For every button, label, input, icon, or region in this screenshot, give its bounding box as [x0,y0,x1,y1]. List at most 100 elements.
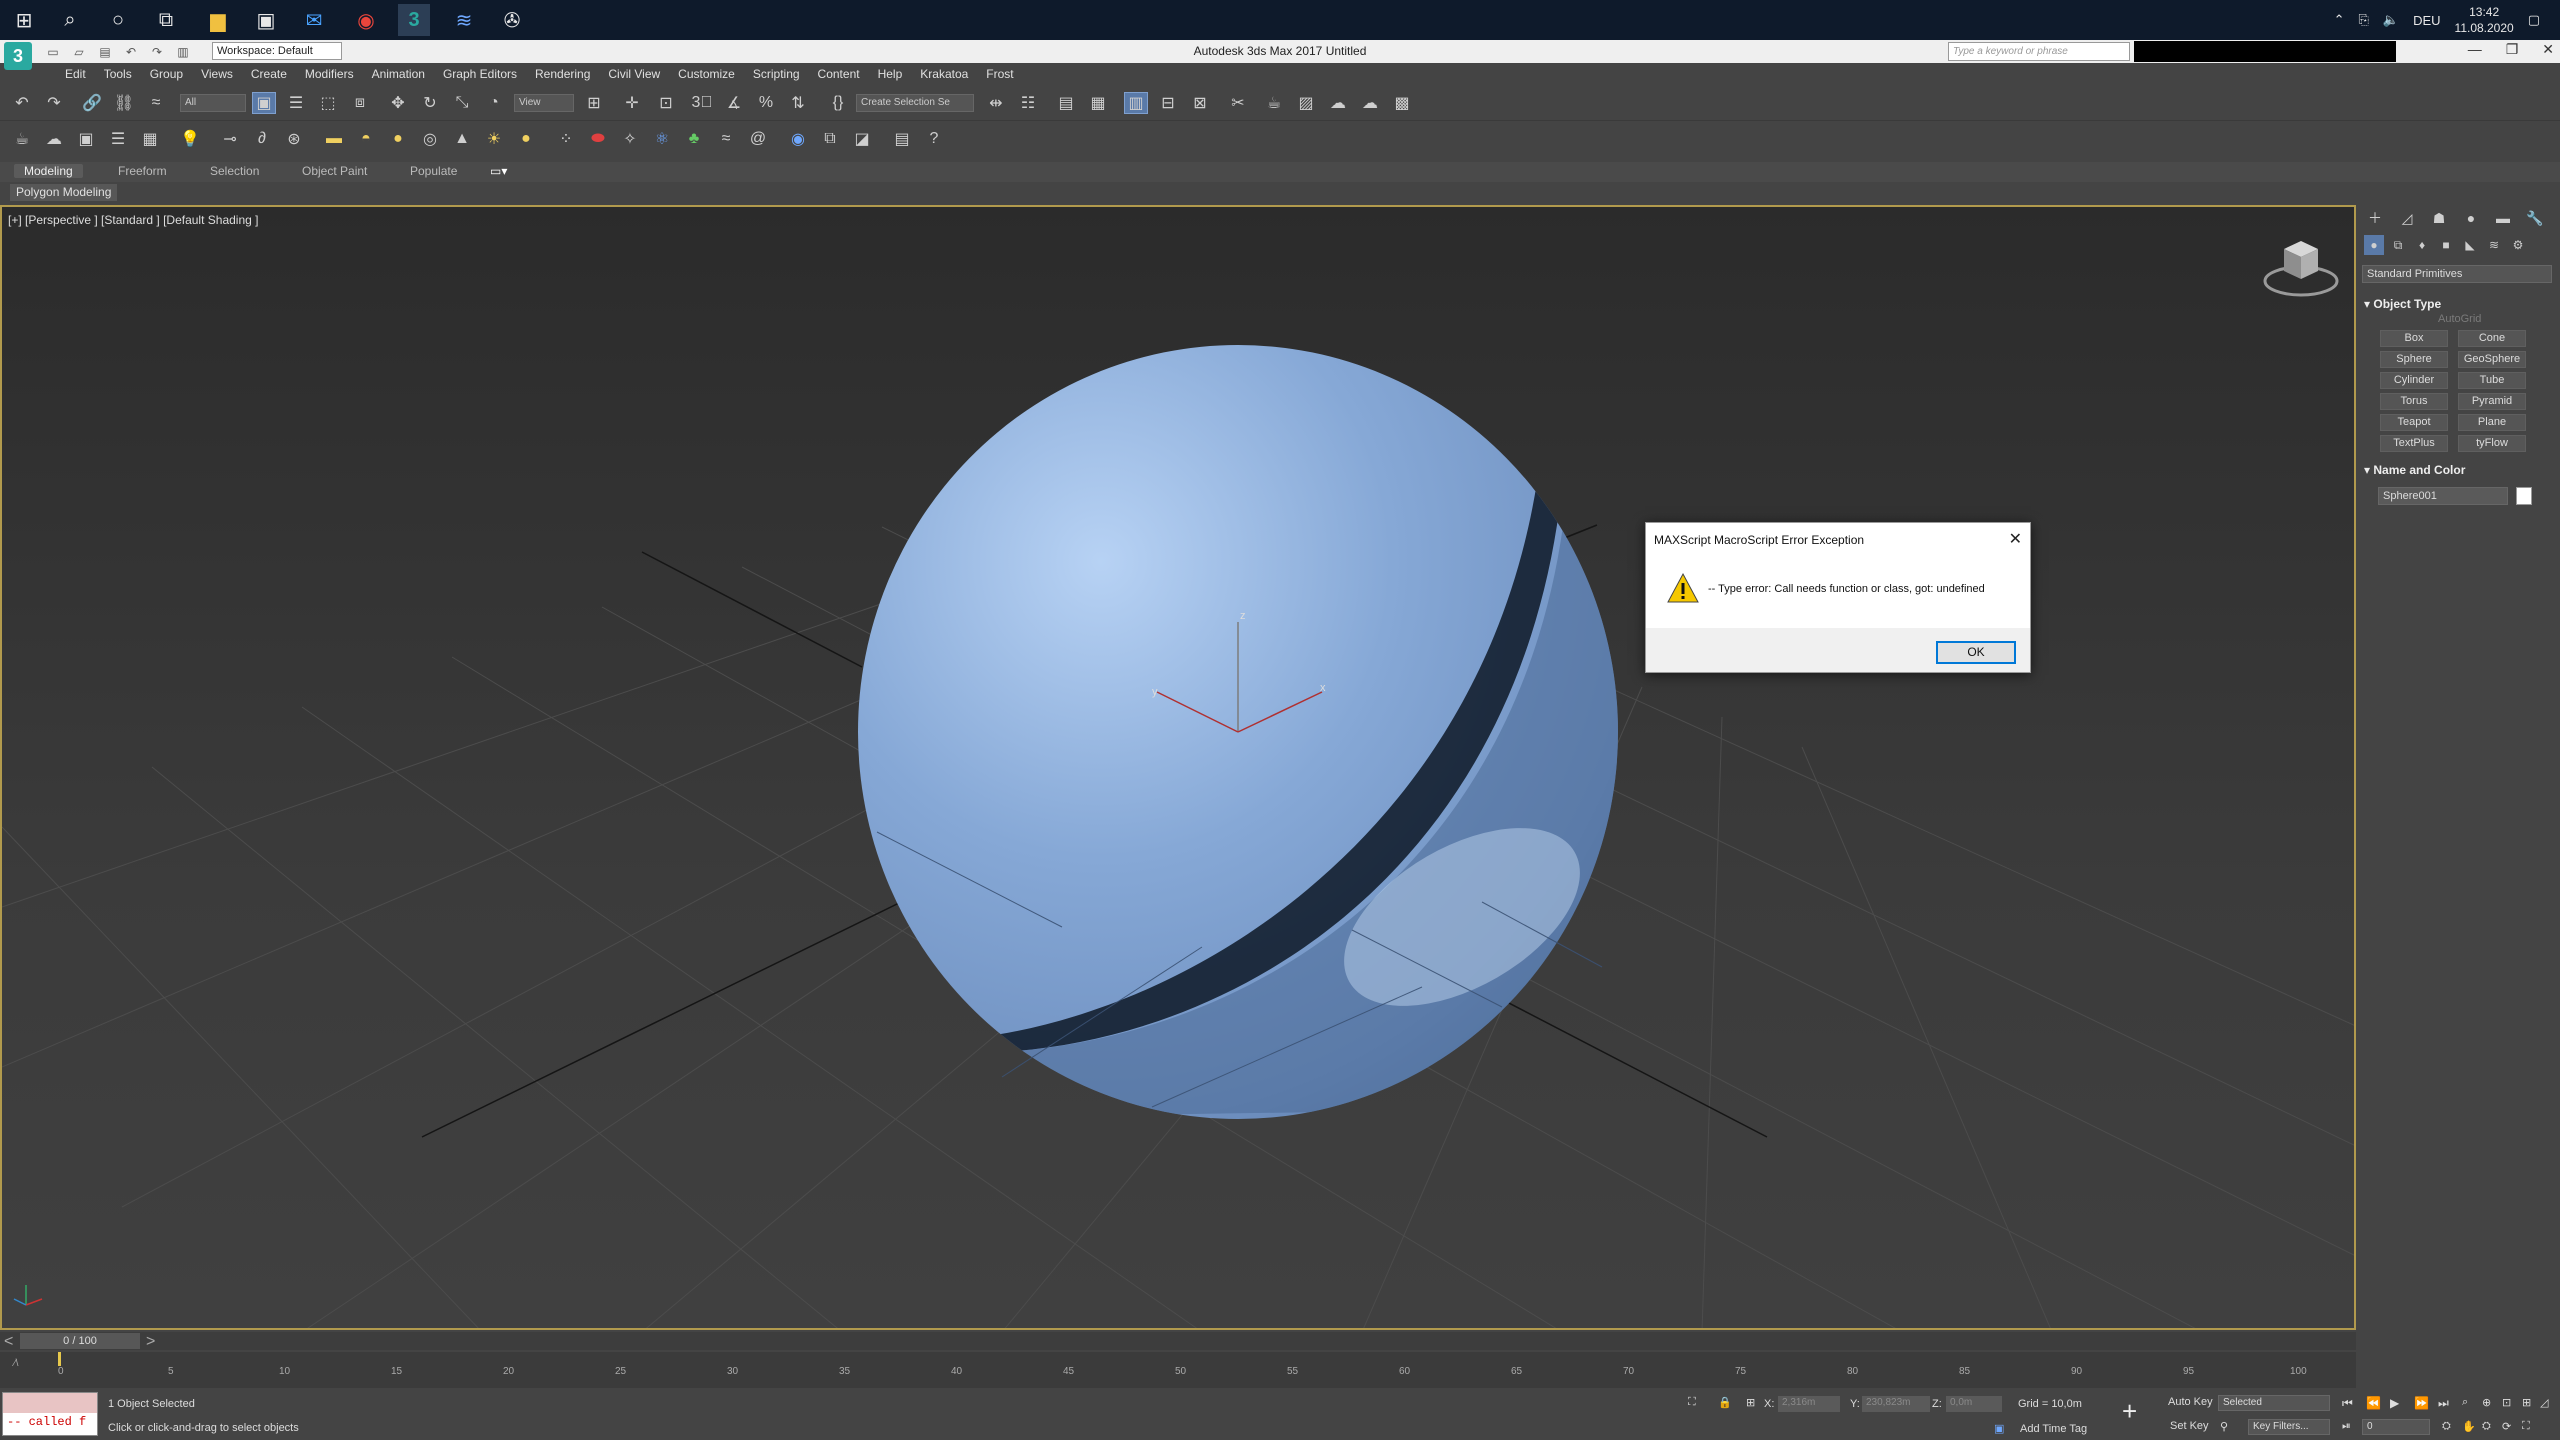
scene-states-icon[interactable]: ⧉ [818,128,842,150]
bind-space-warp-icon[interactable]: ≈ [144,92,168,114]
render-cloud-icon[interactable]: ☁ [1358,92,1382,114]
keyword-search-input[interactable]: Type a keyword or phrase [1948,42,2130,61]
object-name-field[interactable]: Sphere001 [2378,487,2508,505]
pyramid-button[interactable]: Pyramid [2458,393,2526,410]
ribbon-options-icon[interactable]: ▭▾ [490,164,507,178]
track-bar[interactable]: ⁄\ 0 5 10 15 20 25 30 35 40 45 50 55 60 … [0,1352,2356,1388]
menu-frost[interactable]: Frost [977,67,1022,81]
menu-create[interactable]: Create [242,67,296,81]
file-explorer-icon[interactable]: ▆ [202,4,234,36]
box-button[interactable]: Box [2380,330,2448,347]
time-tag-icon[interactable]: ▣ [1994,1422,2004,1435]
snaps-toggle-icon[interactable]: 3⃣ [690,92,714,114]
a360-icon[interactable]: ▩ [1390,92,1414,114]
network-icon[interactable]: ⎘ [2358,12,2368,28]
time-slider-thumb[interactable]: 0 / 100 [20,1333,140,1349]
zoom-all-icon[interactable]: ⊕ [2482,1396,2491,1409]
menu-graph-editors[interactable]: Graph Editors [434,67,526,81]
goto-end-icon[interactable]: ⏭ [2438,1396,2449,1411]
store-icon[interactable]: ▣ [250,4,282,36]
walk-through-icon[interactable]: ⛭ [2482,1420,2491,1433]
pill-icon[interactable]: ⬬ [586,128,610,150]
selection-lock-icon[interactable]: 🔒 [1718,1396,1732,1409]
tab-populate[interactable]: Populate [410,164,457,178]
curve-editor-icon[interactable]: ⊟ [1156,92,1180,114]
notification-icon[interactable]: ▢ [2528,12,2540,28]
shape-icon[interactable]: ☁ [42,128,66,150]
menu-customize[interactable]: Customize [669,67,744,81]
batch-render-icon[interactable]: ▤ [890,128,914,150]
task-view-icon[interactable]: ⧉ [150,4,182,36]
align-icon[interactable]: ☷ [1016,92,1040,114]
edit-named-selection-icon[interactable]: {} [826,92,850,114]
search-icon[interactable]: ⌕ [54,4,86,36]
move-icon[interactable]: ✥ [386,92,410,114]
prev-frame-icon[interactable]: < [4,1333,13,1351]
teapot-icon[interactable]: ☕ [10,128,34,150]
listener-input-area[interactable] [3,1393,97,1413]
close-icon[interactable]: ✕ [2009,529,2022,549]
maximize-viewport-icon[interactable]: ⛶ [2522,1420,2530,1433]
key-mode-dropdown[interactable]: Selected [2218,1395,2330,1411]
tyflow-button[interactable]: tyFlow [2458,435,2526,452]
rendered-frame-icon[interactable]: ▨ [1294,92,1318,114]
current-frame-field[interactable]: 0 [2362,1419,2430,1435]
dome-icon[interactable]: ◓ [354,128,378,150]
tab-modeling[interactable]: Modeling [14,164,83,178]
spacewarps-category-icon[interactable]: ≋ [2484,235,2504,255]
sphere-prim-icon[interactable]: ● [386,128,410,150]
keyboard-shortcut-icon[interactable]: ⊡ [654,92,678,114]
key-filters-button[interactable]: Key Filters... [2248,1419,2330,1435]
set-key-plus-icon[interactable]: + [2122,1396,2137,1427]
systems-category-icon[interactable]: ⚙ [2508,235,2528,255]
key-mode-toggle-icon[interactable]: ⏯ [2342,1420,2351,1433]
goto-start-icon[interactable]: ⏮ [2342,1396,2353,1411]
windows-start-icon[interactable]: ⊞ [8,4,40,36]
list-icon[interactable]: ☰ [106,128,130,150]
toggle-ribbon-icon[interactable]: ▥ [1124,92,1148,114]
bone-icon[interactable]: ✧ [618,128,642,150]
3dsmax-taskbar-icon[interactable]: 3 [398,4,430,36]
maxscript-mini-listener[interactable]: -- called f [2,1392,98,1436]
app-wave-icon[interactable]: ≋ [448,4,480,36]
torus-button[interactable]: Torus [2380,393,2448,410]
select-manipulate-icon[interactable]: ✛ [620,92,644,114]
absolute-mode-icon[interactable]: ⊞ [1746,1396,1755,1409]
menu-tools[interactable]: Tools [95,67,141,81]
percent-snap-icon[interactable]: % [754,92,778,114]
unlink-icon[interactable]: ⛓ [112,92,136,114]
render-scene-icon[interactable]: ⛭ [2442,1420,2451,1433]
ok-button[interactable]: OK [1936,641,2016,664]
mail-icon[interactable]: ✉ [298,4,330,36]
autogrid-checkbox[interactable]: AutoGrid [2438,313,2481,325]
layer-explorer-icon[interactable]: ▦ [1086,92,1110,114]
clock[interactable]: 13:42 11.08.2020 [2455,4,2514,36]
menu-rendering[interactable]: Rendering [526,67,599,81]
material-editor-icon[interactable]: ✂ [1226,92,1250,114]
geometry-category-icon[interactable]: ● [2364,235,2384,255]
sphere-button[interactable]: Sphere [2380,351,2448,368]
sun-icon[interactable]: ☀ [482,128,506,150]
play-icon[interactable]: ▶ [2390,1396,2399,1410]
redo-icon[interactable]: ↷ [42,92,66,114]
menu-animation[interactable]: Animation [363,67,434,81]
render-production-icon[interactable]: ☁ [1326,92,1350,114]
3dsmax-app-logo[interactable]: 3 [4,42,32,70]
hose-icon[interactable]: ⊸ [218,128,242,150]
primitive-type-dropdown[interactable]: Standard Primitives [2362,265,2552,283]
omni-light-icon[interactable]: ● [514,128,538,150]
viewport-label-menu[interactable]: [+] [Perspective ] [Standard ] [Default … [8,213,258,227]
rotate-icon[interactable]: ↻ [418,92,442,114]
name-color-rollout-header[interactable]: ▾ Name and Color [2364,463,2465,477]
teapot-button[interactable]: Teapot [2380,414,2448,431]
z-coordinate-field[interactable]: 0,0m [1946,1396,2002,1412]
zoom-extents-icon[interactable]: ⊡ [2502,1396,2511,1409]
orbit-icon[interactable]: ⟳ [2502,1420,2511,1433]
login-area[interactable] [2134,41,2396,62]
tube-button[interactable]: Tube [2458,372,2526,389]
help-icon[interactable]: ? [922,128,946,150]
fov-icon[interactable]: ◿ [2540,1396,2548,1409]
polygon-modeling-panel[interactable]: Polygon Modeling [10,184,118,201]
restore-icon[interactable]: ❐ [2506,41,2519,58]
zoom-icon[interactable]: ⌕ [2462,1396,2468,1409]
